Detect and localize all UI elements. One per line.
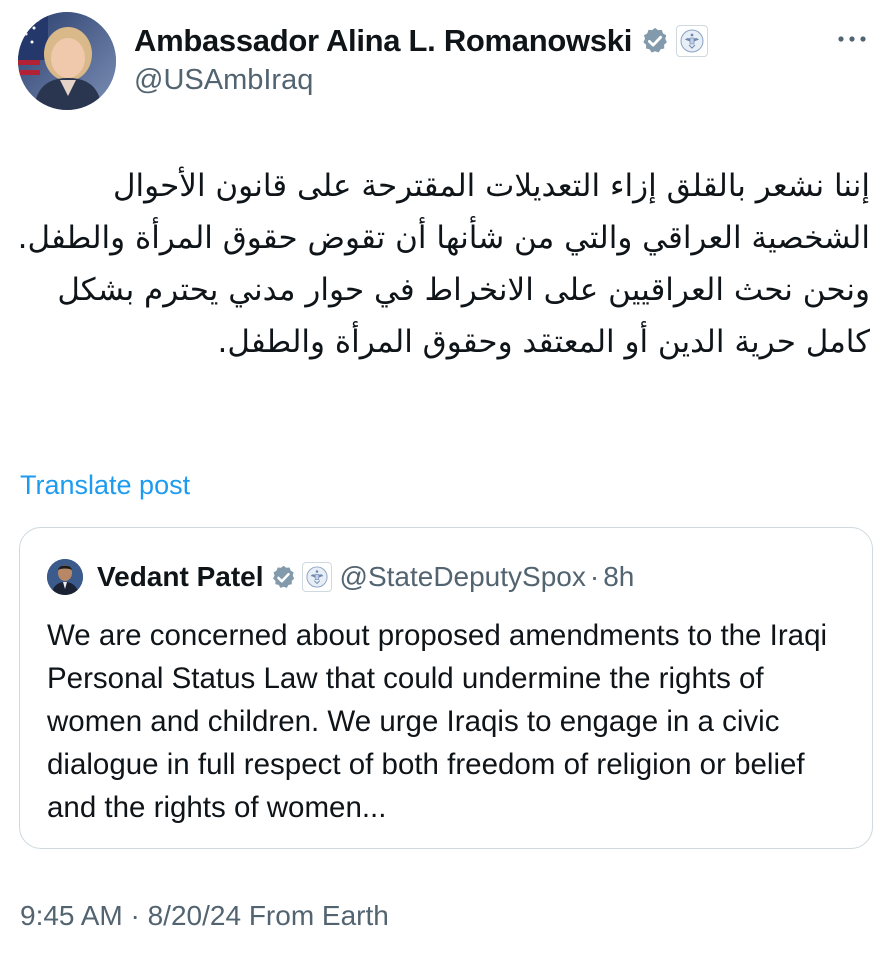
quoted-post-text: We are concerned about proposed amendmen… xyxy=(47,619,828,824)
author-display-name[interactable]: Ambassador Alina L. Romanowski xyxy=(134,23,632,59)
author-name-row: Ambassador Alina L. Romanowski xyxy=(134,20,709,62)
quoted-author-handle[interactable]: @StateDeputySpox xyxy=(340,561,586,593)
author-handle[interactable]: @USAmbIraq xyxy=(134,64,313,97)
quoted-post-header: Vedant Patel @StateDeputySpox · 8h xyxy=(47,558,634,596)
more-options-icon[interactable] xyxy=(830,24,874,54)
us-state-department-seal-icon[interactable] xyxy=(301,562,332,592)
post-timestamp[interactable]: 9:45 AM · 8/20/24 From Earth xyxy=(20,900,389,932)
post-text: إننا نشعر بالقلق إزاء التعديلات المقترحة… xyxy=(17,168,870,360)
translate-post-link[interactable]: Translate post xyxy=(20,470,190,501)
quoted-post-age[interactable]: 8h xyxy=(603,561,634,593)
verified-badge-icon[interactable] xyxy=(640,26,670,56)
verified-badge-icon[interactable] xyxy=(270,564,297,591)
quoted-author-display-name[interactable]: Vedant Patel xyxy=(97,561,264,593)
tweet: Ambassador Alina L. Romanowski @USAmbIra… xyxy=(0,0,892,960)
quoted-author-avatar[interactable] xyxy=(47,559,83,595)
separator-dot: · xyxy=(589,561,600,592)
author-avatar[interactable] xyxy=(18,12,116,110)
quoted-post-card[interactable]: Vedant Patel @StateDeputySpox · 8h We ar… xyxy=(19,527,873,849)
us-state-department-seal-icon[interactable] xyxy=(676,25,709,57)
